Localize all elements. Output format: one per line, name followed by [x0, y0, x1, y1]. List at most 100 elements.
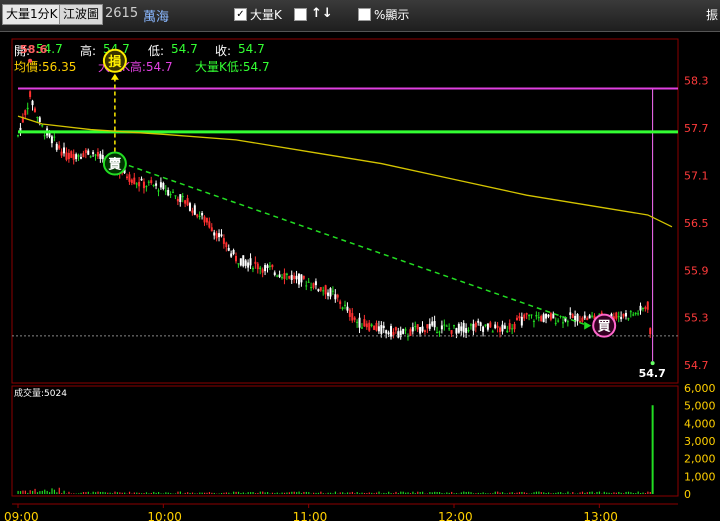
volume-bar — [477, 492, 479, 494]
candle-body — [370, 324, 373, 326]
candle-body — [385, 330, 388, 334]
candle-body — [82, 153, 85, 158]
candle-body — [443, 324, 446, 326]
volume-bar — [407, 492, 409, 494]
volume-bar — [266, 492, 269, 494]
candle-body — [193, 205, 196, 215]
volume-tick-label: 4,000 — [684, 417, 716, 430]
volume-bar — [359, 493, 361, 494]
volume-bar — [618, 491, 620, 494]
tab-wave-chart[interactable]: 江波圖 — [59, 4, 104, 25]
volume-bar — [136, 492, 138, 494]
volume-bar — [564, 493, 567, 494]
candle-body — [79, 156, 82, 159]
volume-bar — [73, 493, 75, 494]
volume-bar — [567, 491, 569, 494]
candle-body — [380, 325, 383, 334]
volume-bar — [572, 492, 574, 494]
volume-bar — [455, 493, 458, 494]
volume-bar — [620, 492, 622, 494]
candle-body — [67, 152, 70, 160]
big-volume-checkbox[interactable]: ✓ — [234, 8, 247, 21]
volume-bar — [313, 492, 315, 494]
toolbar: 大量1分K 江波圖 2615 萬海 ✓ 大量K ↑↓ %顯示 振 — [0, 0, 720, 32]
volume-bar — [627, 491, 630, 494]
candle-body — [353, 317, 356, 320]
candle-body — [431, 321, 434, 326]
candle-body — [368, 322, 371, 331]
candle-body — [128, 174, 131, 182]
volume-bar — [281, 492, 283, 494]
candle-body — [181, 196, 184, 198]
candle-body — [482, 326, 485, 332]
volume-bar — [392, 493, 395, 494]
volume-bar — [196, 493, 198, 494]
tab-big-volume-1min[interactable]: 大量1分K — [2, 4, 62, 25]
volume-bar — [68, 491, 70, 494]
candle-body — [348, 309, 351, 317]
volume-bar — [610, 493, 613, 494]
candle-body — [632, 314, 635, 316]
candle-body — [285, 273, 288, 276]
price-volume-chart[interactable]: 58.6 54.7 損賣買 58.3 57.7 57.1 56.5 55.9 55.3 54.7… — [0, 31, 720, 521]
volume-bar — [388, 491, 390, 494]
candle-body — [637, 313, 640, 315]
candle-body — [65, 152, 68, 160]
volume-bar — [419, 492, 421, 494]
candle-body — [239, 258, 242, 266]
volume-bar — [262, 491, 264, 494]
candle-body — [259, 267, 262, 270]
candle-body — [55, 143, 58, 150]
up-down-arrows-icon[interactable]: ↑↓ — [311, 6, 333, 21]
volume-bar — [184, 492, 186, 494]
candle-body — [515, 317, 518, 321]
volume-bar — [80, 492, 82, 494]
volume-bar — [518, 492, 521, 494]
candle-body — [346, 306, 349, 311]
volume-bar — [482, 492, 484, 494]
volume-bar — [233, 491, 235, 494]
candle-body — [288, 276, 291, 279]
candle-body — [448, 328, 451, 330]
candle-body — [179, 194, 182, 203]
candle-body — [356, 321, 359, 323]
candle-body — [477, 320, 480, 323]
percent-checkbox[interactable] — [358, 8, 371, 21]
candle-body — [138, 181, 141, 187]
volume-bar — [441, 493, 443, 494]
volume-bar — [41, 490, 43, 494]
candle-body — [426, 324, 429, 329]
volume-bar — [107, 492, 109, 494]
candle-body — [218, 233, 221, 238]
candle-body — [508, 323, 511, 330]
candle-body — [414, 326, 417, 328]
candle-body — [157, 190, 160, 192]
volume-bar — [375, 492, 378, 494]
candle-body — [358, 317, 361, 328]
candle-body — [423, 330, 426, 332]
volume-bar — [451, 491, 453, 494]
toolbar-cut-label: 振 — [706, 8, 719, 22]
arrows-checkbox[interactable] — [294, 8, 307, 21]
candle-body — [649, 328, 652, 335]
volume-bar — [586, 492, 588, 494]
volume-bar — [298, 491, 300, 494]
volume-bar — [351, 491, 353, 494]
candle-body — [33, 108, 36, 112]
volume-bar — [417, 491, 419, 494]
volume-bar — [593, 493, 596, 494]
volume-bar — [584, 492, 586, 494]
candle-body — [545, 313, 548, 319]
candle-body — [186, 198, 189, 206]
volume-bar — [591, 491, 593, 494]
volume-bar — [308, 492, 310, 494]
candle-body — [191, 210, 194, 213]
volume-bar — [291, 491, 293, 494]
candle-body — [232, 249, 235, 254]
candle-body — [591, 315, 594, 317]
volume-bar — [405, 492, 407, 494]
volume-bar — [434, 491, 436, 494]
volume-bar — [632, 493, 634, 494]
candle-body — [247, 262, 250, 268]
candle-body — [208, 221, 211, 228]
